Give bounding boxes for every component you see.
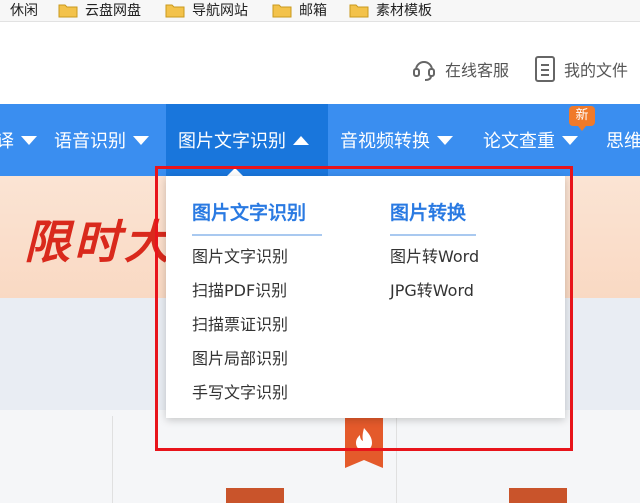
bookmark-item[interactable]: 导航网站: [165, 0, 248, 20]
banner-text: 限时大: [24, 215, 174, 269]
folder-icon: [272, 4, 292, 18]
customer-service-link[interactable]: 在线客服: [411, 56, 509, 82]
headset-icon: [413, 61, 435, 81]
folder-icon: [58, 4, 78, 18]
bookmark-item[interactable]: 休闲: [10, 0, 38, 20]
chevron-down-icon: [562, 135, 578, 145]
document-icon: [535, 56, 555, 82]
bookmark-label: 休闲: [10, 3, 38, 19]
chevron-down-icon: [133, 135, 149, 145]
bookmarks-bar: 休闲 云盘网盘 导航网站 邮箱 素材模板: [0, 0, 640, 22]
bookmark-item[interactable]: 邮箱: [272, 0, 327, 20]
nav-item-speech-recognition[interactable]: 语音识别: [54, 104, 149, 176]
feature-tile[interactable]: [509, 488, 567, 503]
nav-item-label: 语音识别: [54, 131, 126, 152]
nav-item-label: 思维: [606, 131, 640, 152]
nav-item-translate[interactable]: 译: [0, 104, 37, 176]
nav-item-label: 音视频转换: [340, 131, 430, 152]
feature-tile[interactable]: [226, 488, 284, 503]
nav-item-label: 论文查重: [483, 131, 555, 152]
my-files-link[interactable]: 我的文件: [534, 56, 628, 82]
bookmark-label: 云盘网盘: [85, 3, 141, 19]
bookmark-label: 导航网站: [192, 3, 248, 19]
folder-icon: [349, 4, 369, 18]
new-badge: 新: [569, 106, 595, 131]
nav-item-mindmap[interactable]: 思维: [606, 104, 640, 176]
bookmark-label: 邮箱: [299, 3, 327, 19]
customer-service-label: 在线客服: [445, 61, 510, 80]
my-files-label: 我的文件: [564, 61, 629, 80]
chevron-down-icon: [21, 135, 37, 145]
highlight-box: [155, 166, 573, 451]
chevron-down-icon: [437, 135, 453, 145]
bookmark-item[interactable]: 素材模板: [349, 0, 432, 20]
nav-item-label: 图片文字识别: [178, 131, 286, 152]
bookmark-item[interactable]: 云盘网盘: [58, 0, 141, 20]
bookmark-label: 素材模板: [376, 3, 432, 19]
nav-item-label: 译: [0, 131, 14, 152]
folder-icon: [165, 4, 185, 18]
site-header: 在线客服 我的文件: [0, 22, 640, 104]
chevron-up-icon: [293, 135, 309, 145]
divider: [112, 416, 113, 503]
